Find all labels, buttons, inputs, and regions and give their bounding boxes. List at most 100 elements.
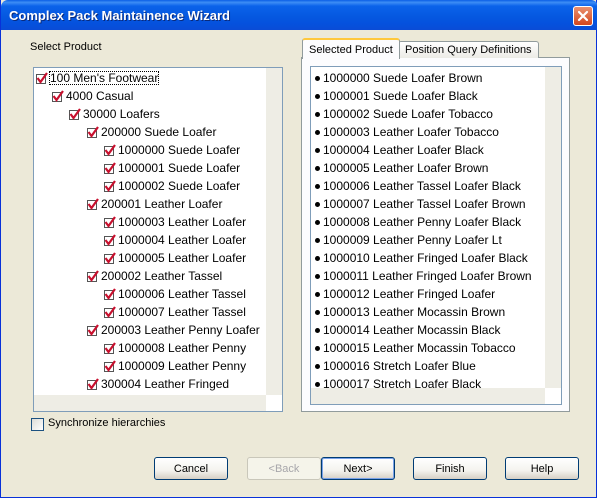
tree-item[interactable]: 300004 Leather Fringed <box>87 375 230 393</box>
window-title: Complex Pack Maintainence Wizard <box>9 8 230 23</box>
wizard-window: Complex Pack Maintainence Wizard Select … <box>0 0 597 498</box>
tree-horizontal-scrollbar[interactable] <box>34 395 267 411</box>
list-item-label: 1000013 Leather Mocassin Brown <box>323 305 506 319</box>
tree-item[interactable]: 1000003 Leather Loafer <box>104 213 247 231</box>
close-button[interactable] <box>573 6 593 26</box>
tree-item[interactable]: 200000 Suede Loafer <box>87 123 217 141</box>
tree-item[interactable]: 1000008 Leather Penny <box>104 339 247 357</box>
tree-item[interactable]: 4000 Casual <box>52 87 134 105</box>
tree-item[interactable]: 200001 Leather Loafer <box>87 195 223 213</box>
list-item[interactable]: 1000005 Leather Loafer Brown <box>315 159 488 177</box>
bullet-icon <box>315 93 320 99</box>
tab-position-query-label: Position Query Definitions <box>405 44 532 56</box>
tree-vertical-scrollbar[interactable] <box>266 68 282 397</box>
tree-checkmark-icon[interactable] <box>36 72 48 84</box>
tree-item[interactable]: 1000001 Suede Loafer <box>104 159 241 177</box>
tree-item[interactable]: 1000005 Leather Loafer <box>104 249 247 267</box>
list-item[interactable]: 1000009 Leather Penny Loafer Lt <box>315 231 502 249</box>
list-item[interactable]: 1000017 Stretch Loafer Black <box>315 375 481 389</box>
tree-checkmark-icon[interactable] <box>87 198 99 210</box>
list-item[interactable]: 1000004 Leather Loafer Black <box>315 141 484 159</box>
list-item[interactable]: 1000008 Leather Penny Loafer Black <box>315 213 521 231</box>
list-item-label: 1000000 Suede Loafer Brown <box>323 71 483 85</box>
product-tree-content: 100 Men's Footwear 4000 Casual 30000 Loafe… <box>34 68 267 397</box>
list-item-label: 1000010 Leather Fringed Loafer Black <box>323 251 528 265</box>
tree-checkmark-icon[interactable] <box>104 342 116 354</box>
list-item[interactable]: 1000002 Suede Loafer Tobacco <box>315 105 493 123</box>
selected-product-list-content: 1000000 Suede Loafer Brown 1000001 Suede … <box>311 67 546 389</box>
tree-item-label: 200002 Leather Tassel <box>101 269 223 283</box>
list-item[interactable]: 1000011 Leather Fringed Loafer Brown <box>315 267 532 285</box>
tree-checkmark-icon[interactable] <box>104 252 116 264</box>
synchronize-hierarchies-label[interactable]: Synchronize hierarchies <box>48 417 165 429</box>
tab-position-query-definitions[interactable]: Position Query Definitions <box>398 41 539 58</box>
list-item[interactable]: 1000000 Suede Loafer Brown <box>315 69 482 87</box>
tree-item-label: 1000002 Suede Loafer <box>118 179 241 193</box>
tree-checkmark-icon[interactable] <box>104 288 116 300</box>
cancel-button[interactable]: Cancel <box>154 457 228 480</box>
list-item-label: 1000015 Leather Mocassin Tobacco <box>323 341 516 355</box>
tree-item[interactable]: 1000002 Suede Loafer <box>104 177 241 195</box>
list-item-label: 1000002 Suede Loafer Tobacco <box>323 107 493 121</box>
tree-item[interactable]: 1000006 Leather Tassel <box>104 285 247 303</box>
list-item[interactable]: 1000007 Leather Tassel Loafer Brown <box>315 195 526 213</box>
list-item[interactable]: 1000016 Stretch Loafer Blue <box>315 357 476 375</box>
tree-item-label: 100 Men's Footwear <box>49 71 160 85</box>
list-scroll-corner <box>545 388 561 404</box>
tree-checkmark-icon[interactable] <box>104 180 116 192</box>
list-item[interactable]: 1000003 Leather Loafer Tobacco <box>315 123 499 141</box>
bullet-icon <box>315 237 320 243</box>
bullet-icon <box>315 381 320 387</box>
list-item[interactable]: 1000015 Leather Mocassin Tobacco <box>315 339 516 357</box>
next-button[interactable]: Next> <box>321 457 395 480</box>
list-item-label: 1000006 Leather Tassel Loafer Black <box>323 179 521 193</box>
list-item[interactable]: 1000014 Leather Mocassin Black <box>315 321 500 339</box>
tab-selected-product[interactable]: Selected Product <box>302 38 400 59</box>
tree-checkmark-icon[interactable] <box>104 162 116 174</box>
list-item[interactable]: 1000012 Leather Fringed Loafer <box>315 285 495 303</box>
list-item-label: 1000016 Stretch Loafer Blue <box>323 359 476 373</box>
tree-item[interactable]: 1000004 Leather Loafer <box>104 231 247 249</box>
tree-checkmark-icon[interactable] <box>87 270 99 282</box>
synchronize-hierarchies-checkbox[interactable] <box>31 418 44 431</box>
tree-checkmark-icon[interactable] <box>104 216 116 228</box>
list-item-label: 1000008 Leather Penny Loafer Black <box>323 215 522 229</box>
tree-checkmark-icon[interactable] <box>104 306 116 318</box>
list-item[interactable]: 1000013 Leather Mocassin Brown <box>315 303 505 321</box>
bullet-icon <box>315 273 320 279</box>
finish-button[interactable]: Finish <box>413 457 487 480</box>
list-item[interactable]: 1000010 Leather Fringed Loafer Black <box>315 249 528 267</box>
list-item-label: 1000004 Leather Loafer Black <box>323 143 484 157</box>
tree-checkmark-icon[interactable] <box>104 360 116 372</box>
selected-product-list[interactable]: 1000000 Suede Loafer Brown 1000001 Suede … <box>310 66 562 405</box>
title-bar[interactable]: Complex Pack Maintainence Wizard <box>1 0 597 30</box>
tree-item-label: 200003 Leather Penny Loafer <box>101 323 260 337</box>
tree-item[interactable]: 30000 Loafers <box>69 105 161 123</box>
tree-item-label: 4000 Casual <box>66 89 134 103</box>
tree-checkmark-icon[interactable] <box>87 126 99 138</box>
product-tree[interactable]: 100 Men's Footwear 4000 Casual 30000 Loafe… <box>33 67 283 412</box>
help-button[interactable]: Help <box>505 457 579 480</box>
tree-checkmark-icon[interactable] <box>104 234 116 246</box>
list-vertical-scrollbar[interactable] <box>545 67 561 389</box>
list-item-label: 1000009 Leather Penny Loafer Lt <box>323 233 502 247</box>
tree-checkmark-icon[interactable] <box>104 144 116 156</box>
tree-item[interactable]: 1000009 Leather Penny <box>104 357 247 375</box>
list-item-label: 1000014 Leather Mocassin Black <box>323 323 501 337</box>
list-item[interactable]: 1000001 Suede Loafer Black <box>315 87 478 105</box>
tree-item-label: 1000007 Leather Tassel <box>118 305 246 319</box>
tree-item[interactable]: 200003 Leather Penny Loafer <box>87 321 261 339</box>
tree-checkmark-icon[interactable] <box>87 378 99 390</box>
tree-checkmark-icon[interactable] <box>87 324 99 336</box>
tree-item[interactable]: 100 Men's Footwear <box>36 69 160 87</box>
tree-checkmark-icon[interactable] <box>52 90 64 102</box>
tree-item[interactable]: 1000000 Suede Loafer <box>104 141 241 159</box>
list-item[interactable]: 1000006 Leather Tassel Loafer Black <box>315 177 521 195</box>
tree-item[interactable]: 1000007 Leather Tassel <box>104 303 247 321</box>
tree-checkmark-icon[interactable] <box>69 108 81 120</box>
list-horizontal-scrollbar[interactable] <box>311 388 546 404</box>
back-button[interactable]: <Back <box>247 457 321 480</box>
tree-item-label: 1000005 Leather Loafer <box>118 251 247 265</box>
tree-item-label: 200001 Leather Loafer <box>101 197 223 211</box>
tree-item[interactable]: 200002 Leather Tassel <box>87 267 223 285</box>
